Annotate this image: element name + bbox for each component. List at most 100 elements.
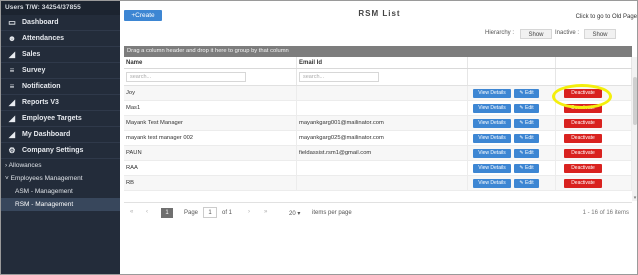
first-page-button[interactable]: « (130, 209, 133, 215)
monitor-icon: ▭ (8, 18, 16, 27)
next-page-button[interactable]: › (248, 209, 250, 215)
deactivate-button[interactable]: Deactivate (564, 178, 602, 188)
filter-icon: ≡ (9, 82, 15, 91)
sidebar-item-label: My Dashboard (22, 131, 71, 138)
email-cell: mayankgarg025@mailinator.com (297, 131, 468, 145)
caret-down-icon: ▾ (297, 211, 301, 217)
chart-icon: ◢ (8, 98, 16, 107)
hierarchy-label: Hierarchy : (485, 30, 515, 36)
sidebar-item-sales[interactable]: ◢ Sales (1, 47, 120, 63)
sidebar-item-label: Reports V3 (22, 99, 59, 106)
name-cell: RAA (124, 161, 297, 175)
sidebar-item-allowances[interactable]: › Allowances (1, 159, 120, 172)
view-details-button[interactable]: View Details (473, 103, 511, 113)
edit-button[interactable]: ✎ Edit (514, 163, 539, 173)
sidebar-item-reports-v3[interactable]: ◢ Reports V3 (1, 95, 120, 111)
view-details-button[interactable]: View Details (473, 88, 511, 98)
email-cell (297, 101, 468, 115)
current-page-number[interactable]: 1 (161, 208, 173, 218)
main-content: RSM List +Create Click to go to Old Page… (120, 1, 637, 274)
chart-icon: ◢ (8, 50, 16, 59)
sidebar-item-employee-targets[interactable]: ◢ Employee Targets (1, 111, 120, 127)
sidebar-item-company-settings[interactable]: ⚙ Company Settings (1, 143, 120, 159)
annotation-highlight-circle (552, 84, 612, 109)
name-cell: mayank test manager 002 (124, 131, 297, 145)
inactive-label: Inactive : (555, 30, 580, 36)
old-page-link[interactable]: Click to go to Old Page (576, 14, 637, 20)
create-button[interactable]: +Create (124, 10, 162, 21)
email-cell: fieldassist.rsm1@gmail.com (297, 146, 468, 160)
sidebar-item-label: Survey (22, 67, 46, 74)
sidebar-item-label: Company Settings (22, 147, 84, 154)
name-cell: Mayank Test Manager (124, 116, 297, 130)
toolbar: RSM List +Create Click to go to Old Page (120, 1, 637, 27)
email-cell (297, 86, 468, 100)
edit-button[interactable]: ✎ Edit (514, 118, 539, 128)
sidebar-item-label: Dashboard (22, 19, 59, 26)
items-per-page-label: items per page (312, 210, 352, 216)
page-title: RSM List (358, 9, 401, 18)
view-details-button[interactable]: View Details (473, 118, 511, 128)
sidebar-item-my-dashboard[interactable]: ◢ My Dashboard (1, 127, 120, 143)
person-icon: ☻ (7, 34, 17, 43)
edit-button[interactable]: ✎ Edit (514, 178, 539, 188)
column-header-status (556, 57, 632, 68)
sidebar-item-label: Employees Management (10, 175, 83, 182)
column-header-email[interactable]: Email Id (297, 57, 468, 68)
rsm-grid: Name Email Id search... search... Joy Vi… (124, 57, 632, 191)
last-page-button[interactable]: » (264, 209, 267, 215)
page-size-select[interactable]: 20 ▾ (289, 210, 300, 217)
view-details-button[interactable]: View Details (473, 163, 511, 173)
view-details-button[interactable]: View Details (473, 178, 511, 188)
sidebar-item-label: Employee Targets (22, 115, 82, 122)
table-row: RAA View Details ✎ Edit Deactivate (124, 161, 632, 176)
email-cell (297, 161, 468, 175)
name-cell: Joy (124, 86, 297, 100)
sidebar-item-rsm-management[interactable]: RSM - Management (1, 198, 120, 211)
deactivate-button[interactable]: Deactivate (564, 163, 602, 173)
sidebar-item-dashboard[interactable]: ▭ Dashboard (1, 15, 120, 31)
page-label: Page (184, 210, 199, 216)
deactivate-button[interactable]: Deactivate (564, 118, 602, 128)
hierarchy-toggle[interactable]: Show (520, 29, 552, 39)
sidebar-item-label: Notification (22, 83, 61, 90)
deactivate-button[interactable]: Deactivate (564, 133, 602, 143)
view-details-button[interactable]: View Details (473, 133, 511, 143)
view-details-button[interactable]: View Details (473, 148, 511, 158)
gears-icon: ⚙ (8, 146, 16, 155)
sidebar-item-employees-management[interactable]: ˅ Employees Management (1, 172, 120, 185)
edit-button[interactable]: ✎ Edit (514, 103, 539, 113)
group-drop-area[interactable]: Drag a column header and drop it here to… (124, 46, 632, 57)
page-of-label: of 1 (222, 210, 233, 216)
edit-button[interactable]: ✎ Edit (514, 133, 539, 143)
deactivate-button[interactable]: Deactivate (564, 148, 602, 158)
chart-icon: ◢ (8, 114, 16, 123)
sidebar-item-attendances[interactable]: ☻ Attendances (1, 31, 120, 47)
sidebar-item-label: Sales (22, 51, 41, 58)
users-count-label: Users T/W: 34254/37855 (1, 1, 120, 15)
edit-button[interactable]: ✎ Edit (514, 148, 539, 158)
edit-button[interactable]: ✎ Edit (514, 88, 539, 98)
pager: « ‹ 1 Page 1 of 1 › » 20 ▾ items per pag… (124, 202, 632, 222)
grid-scrollbar[interactable]: ▾ (632, 57, 637, 201)
inactive-toggle[interactable]: Show (584, 29, 616, 39)
filter-row: search... search... (124, 69, 632, 86)
table-row: Mayank Test Manager mayankgarg001@mailin… (124, 116, 632, 131)
scroll-thumb[interactable] (633, 77, 637, 125)
name-search-input[interactable]: search... (126, 72, 246, 82)
sidebar-item-survey[interactable]: ≡ Survey (1, 63, 120, 79)
page-input[interactable]: 1 (203, 207, 217, 218)
sidebar-item-label: Allowances (8, 162, 42, 169)
prev-page-button[interactable]: ‹ (146, 209, 148, 215)
sidebar-item-asm-management[interactable]: ASM - Management (1, 185, 120, 198)
name-cell: PAUN (124, 146, 297, 160)
email-cell (297, 176, 468, 190)
name-cell: Mas1 (124, 101, 297, 115)
scroll-down-arrow-icon[interactable]: ▾ (632, 195, 637, 201)
sidebar-item-notification[interactable]: ≡ Notification (1, 79, 120, 95)
column-header-name[interactable]: Name (124, 57, 297, 68)
pager-info: 1 - 16 of 16 items (582, 210, 629, 216)
chart-icon: ◢ (8, 130, 16, 139)
chevron-down-icon: ˅ (5, 175, 9, 182)
email-search-input[interactable]: search... (299, 72, 379, 82)
